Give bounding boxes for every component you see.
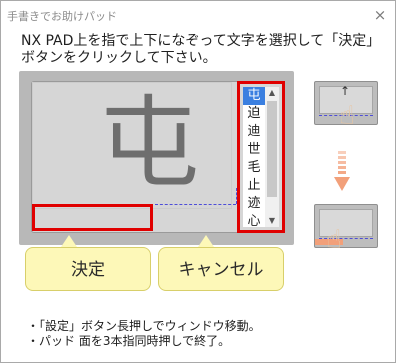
candidate-item[interactable]: 世 [243, 141, 265, 159]
candidate-item[interactable]: 屯 [243, 87, 265, 105]
scroll-down-icon[interactable]: ▼ [265, 215, 279, 227]
footnote-move: ・「設定」ボタン長押しでウィンドウ移動。 [27, 319, 261, 333]
scroll-thumb[interactable] [267, 101, 277, 197]
candidate-zone-highlight: 屯 迫 迪 世 毛 止 迹 心 ▲ ▼ [237, 81, 285, 233]
scroll-up-icon[interactable]: ▲ [265, 87, 279, 99]
cancel-callout: キャンセル [158, 247, 284, 291]
hand-icon: ☝ [339, 101, 355, 131]
instruction-text: NX PAD上を指で上下になぞって文字を選択して「決定」 ボタンをクリックして下… [21, 33, 381, 67]
ok-callout: 決定 [25, 247, 151, 291]
tap-hint-bottom [314, 204, 378, 248]
title-bar[interactable]: 手書きでお助けパッド × [1, 1, 395, 29]
up-arrow-icon: ↑ [340, 84, 351, 98]
instruction-line-1: NX PAD上を指で上下になぞって文字を選択して「決定」 [21, 33, 381, 49]
pad-illustration: 屯 屯 迫 迪 世 毛 止 迹 心 ▲ ▼ [19, 71, 294, 245]
down-arrow-icon [334, 151, 350, 191]
candidate-item[interactable]: 止 [243, 177, 265, 195]
handwriting-helper-window: 手書きでお助けパッド × NX PAD上を指で上下になぞって文字を選択して「決定… [0, 0, 396, 363]
candidate-item[interactable]: 毛 [243, 159, 265, 177]
candidate-item[interactable]: 迹 [243, 195, 265, 213]
candidate-item[interactable]: 心 [243, 213, 265, 231]
hand-icon: ☝ [326, 225, 342, 255]
ok-zone-highlight [32, 204, 153, 231]
cancel-callout-tail [198, 235, 214, 247]
instruction-line-2: ボタンをクリックして下さい。 [21, 50, 217, 66]
footnote-exit: ・パッド 面を3本指同時押しで終了。 [27, 334, 231, 348]
close-icon[interactable]: × [369, 4, 391, 26]
candidate-item[interactable]: 迫 [243, 105, 265, 123]
window-title: 手書きでお助けパッド [7, 10, 117, 23]
writing-area: 屯 [32, 82, 232, 209]
candidate-item[interactable]: 迪 [243, 123, 265, 141]
candidate-list[interactable]: 屯 迫 迪 世 毛 止 迹 心 [243, 87, 265, 229]
ok-callout-tail [61, 235, 77, 247]
candidate-scrollbar[interactable]: ▲ ▼ [265, 87, 279, 227]
recognized-character: 屯 [99, 85, 199, 202]
footnotes: ・「設定」ボタン長押しでウィンドウ移動。 ・パッド 面を3本指同時押しで終了。 [27, 319, 261, 349]
pad-divider-line [155, 204, 236, 205]
